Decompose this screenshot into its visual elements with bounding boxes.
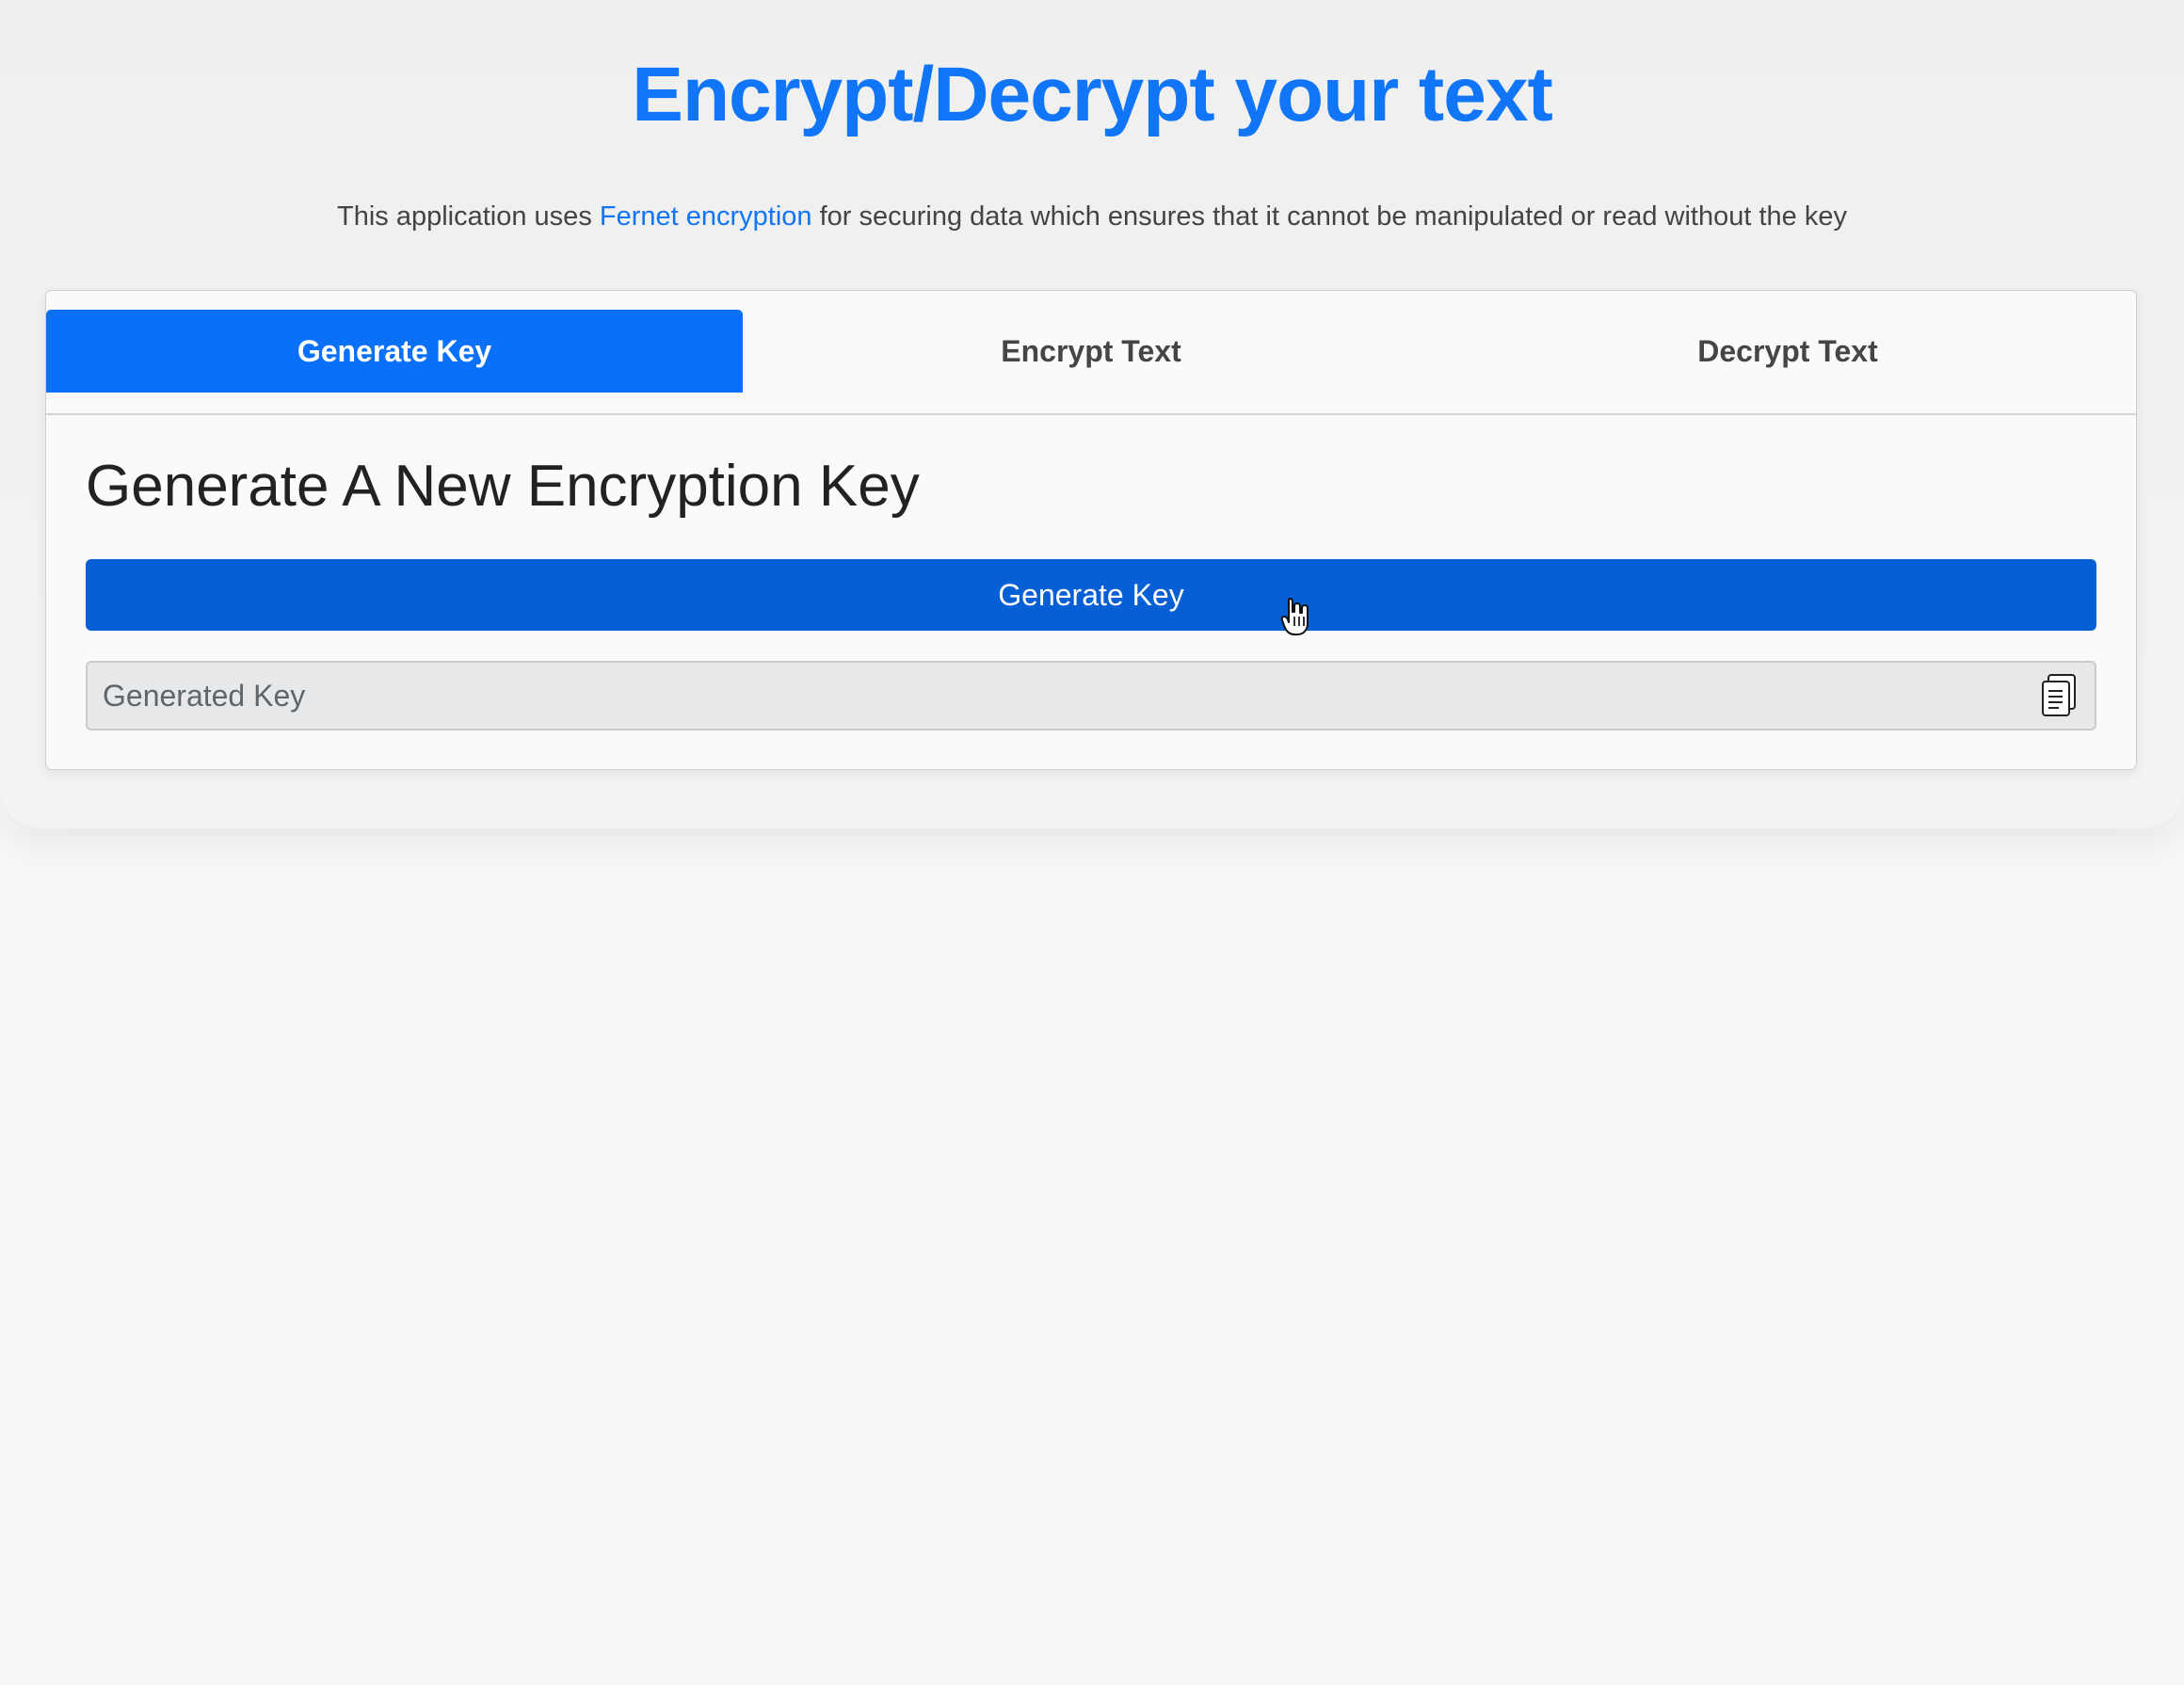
copy-icon[interactable] xyxy=(2040,672,2080,719)
app-page: Encrypt/Decrypt your text This applicati… xyxy=(0,0,2184,1685)
subtitle-text-after: for securing data which ensures that it … xyxy=(811,201,1847,232)
generated-key-input[interactable] xyxy=(88,663,1999,729)
generate-key-button[interactable]: Generate Key xyxy=(86,559,2096,631)
tab-bar: Generate Key Encrypt Text Decrypt Text xyxy=(46,291,2136,415)
generate-panel-title: Generate A New Encryption Key xyxy=(86,454,920,519)
fernet-encryption-link[interactable]: Fernet encryption xyxy=(600,201,812,232)
tab-decrypt-text[interactable]: Decrypt Text xyxy=(1439,310,2136,393)
page-subtitle: This application uses Fernet encryption … xyxy=(0,201,2184,233)
tab-encrypt-text[interactable]: Encrypt Text xyxy=(743,310,1439,393)
subtitle-text-before: This application uses xyxy=(337,201,600,232)
hero-section: Encrypt/Decrypt your text This applicati… xyxy=(0,0,2184,828)
tab-generate-key[interactable]: Generate Key xyxy=(46,310,743,393)
page-title: Encrypt/Decrypt your text xyxy=(632,52,1553,137)
generated-key-field xyxy=(86,661,2096,730)
encryption-card: Generate Key Encrypt Text Decrypt Text G… xyxy=(45,290,2137,770)
